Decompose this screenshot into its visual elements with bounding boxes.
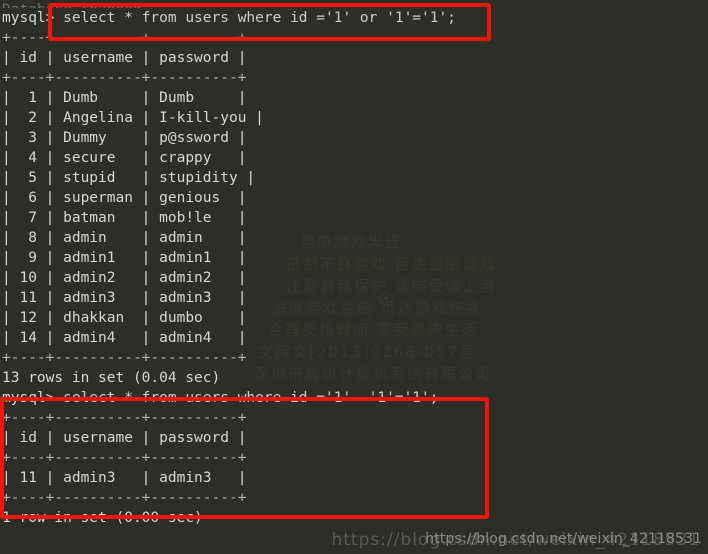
table-row: | 5 | stupid | stupidity | (2, 170, 256, 186)
mysql-prompt-2: mysql> (2, 390, 64, 406)
table-row: | 4 | secure | crappy | (2, 150, 247, 166)
table-header-2: | id | username | password | (2, 430, 247, 446)
mysql-prompt-1: mysql> (2, 10, 64, 26)
table-row: | 8 | admin | admin | (2, 230, 247, 246)
table-row: | 9 | admin1 | admin1 | (2, 250, 247, 266)
table-row: | 7 | batman | mob!le | (2, 210, 247, 226)
table-separator-mid-2: +----+----------+----------+ (2, 450, 247, 466)
table-row: | 2 | Angelina | I-kill-you | (2, 110, 264, 126)
result-status-1: 13 rows in set (0.04 sec) (2, 370, 221, 386)
table-row: | 10 | admin2 | admin2 | (2, 270, 247, 286)
watermark-url: https://blog.csdn.net/weixin_42118531 (425, 531, 702, 547)
terminal-screen: 健康游戏忠告 抵制不良游戏 拒绝盗版游戏 注意自我保护 谨防受骗上当 适度游戏益… (0, 0, 708, 554)
table-separator-top-1: +----+----------+----------+ (2, 30, 247, 46)
command-line-2: mysql> select * from users where id ='1'… (0, 388, 708, 408)
command-line-1: mysql> select * from users where id ='1'… (0, 8, 708, 28)
table-separator-bottom-2: +----+----------+----------+ (2, 490, 247, 506)
result-status-2: 1 row in set (0.00 sec) (2, 510, 203, 526)
table-row: | 3 | Dummy | p@ssword | (2, 130, 247, 146)
terminal-output: Database changed mysql> select * from us… (0, 0, 708, 528)
table-separator-top-2: +----+----------+----------+ (2, 410, 247, 426)
table-row: | 14 | admin4 | admin4 | (2, 330, 247, 346)
table-header-1: | id | username | password | (2, 50, 247, 66)
table-row: | 1 | Dumb | Dumb | (2, 90, 247, 106)
table-row: | 11 | admin3 | admin3 | (2, 470, 247, 486)
table-separator-bottom-1: +----+----------+----------+ (2, 350, 247, 366)
table-separator-mid-1: +----+----------+----------+ (2, 70, 247, 86)
table-row: | 11 | admin3 | admin3 | (2, 290, 247, 306)
table-row: | 6 | superman | genious | (2, 190, 247, 206)
sql-command-2: select * from users where id ='1' '1'='1… (63, 390, 439, 406)
sql-command-1: select * from users where id ='1' or '1'… (63, 10, 456, 26)
scrollback-partial-line: Database changed (0, 0, 708, 8)
table-row: | 12 | dhakkan | dumbo | (2, 310, 247, 326)
